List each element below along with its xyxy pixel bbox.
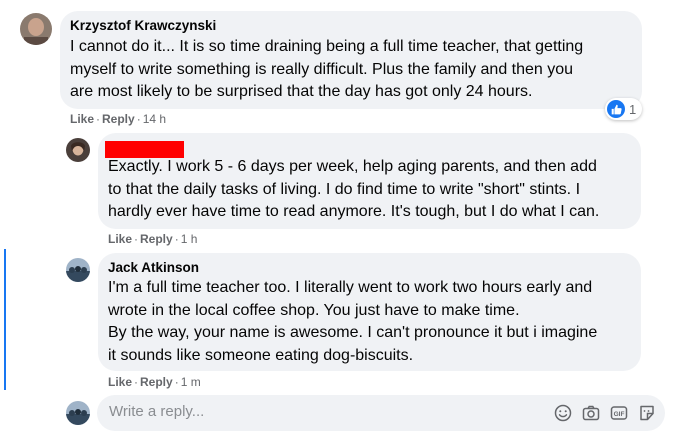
like-link[interactable]: Like xyxy=(108,232,132,246)
reply-composer: GIF xyxy=(97,395,665,431)
comment-text: Exactly. I work 5 - 6 days per week, hel… xyxy=(108,158,600,220)
avatar-current-user xyxy=(66,401,90,425)
like-link[interactable]: Like xyxy=(70,112,94,126)
comment-text: I cannot do it... It is so time draining… xyxy=(70,38,584,100)
emoji-icon[interactable] xyxy=(553,403,573,423)
comment-actions: Like · Reply · 14 h xyxy=(70,112,166,126)
camera-icon[interactable] xyxy=(581,403,601,423)
separator: · xyxy=(174,375,179,389)
comment-actions: Like · Reply · 1 m xyxy=(108,375,201,389)
avatar-reply-1[interactable] xyxy=(66,138,90,162)
avatar-jack-atkinson[interactable] xyxy=(66,258,90,282)
comment-actions: Like · Reply · 1 h xyxy=(108,232,197,246)
reply-input[interactable] xyxy=(109,403,529,420)
comment-text: I'm a full time teacher too. I literally… xyxy=(108,279,598,364)
avatar-krzysztof[interactable] xyxy=(20,13,52,45)
reaction-count: 1 xyxy=(629,101,637,117)
separator: · xyxy=(134,232,139,246)
separator: · xyxy=(174,232,179,246)
separator: · xyxy=(96,112,101,126)
comment-timestamp[interactable]: 14 h xyxy=(143,112,166,126)
separator: · xyxy=(136,112,141,126)
comment-timestamp[interactable]: 1 h xyxy=(181,232,198,246)
separator: · xyxy=(134,375,139,389)
svg-text:GIF: GIF xyxy=(614,411,625,418)
comment-author[interactable]: Krzysztof Krawczynski xyxy=(70,18,216,33)
gif-icon[interactable]: GIF xyxy=(609,403,629,423)
sticker-icon[interactable] xyxy=(637,403,657,423)
reply-link[interactable]: Reply xyxy=(102,112,135,126)
reply-link[interactable]: Reply xyxy=(140,375,173,389)
like-link[interactable]: Like xyxy=(108,375,132,389)
reply-link[interactable]: Reply xyxy=(140,232,173,246)
thread-highlight-bar xyxy=(4,249,6,390)
reaction-summary[interactable]: 1 xyxy=(605,98,643,120)
comment-timestamp[interactable]: 1 m xyxy=(181,375,201,389)
like-reaction-icon xyxy=(607,100,625,118)
comment-author[interactable]: Jack Atkinson xyxy=(108,260,199,275)
